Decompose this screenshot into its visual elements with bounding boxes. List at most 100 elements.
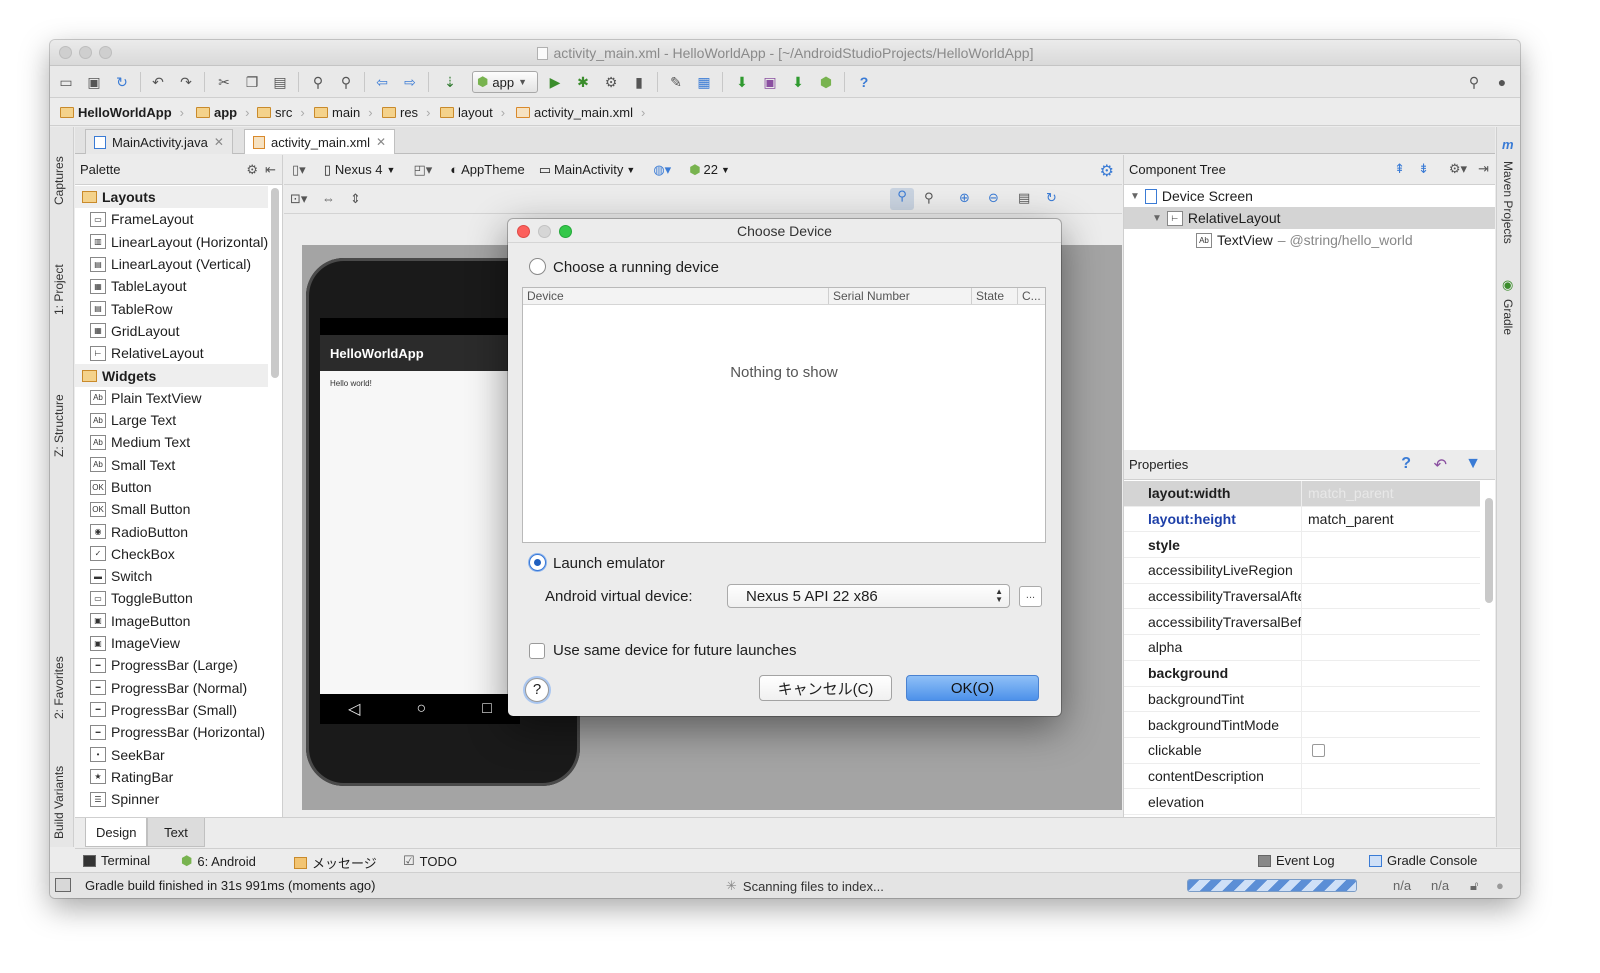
search-icon[interactable]: ⚲ — [1464, 72, 1484, 92]
palette-scrollbar[interactable] — [271, 188, 279, 378]
tab-design[interactable]: Design — [85, 818, 148, 847]
property-value[interactable]: match_parent — [1302, 481, 1480, 506]
column-device[interactable]: Device — [523, 288, 829, 304]
android-monitor-icon[interactable]: ⬢ — [816, 72, 836, 92]
palette-item-relativelayout[interactable]: ⊢ RelativeLayout — [75, 342, 268, 364]
palette-item-gridlayout[interactable]: ▦ GridLayout — [75, 320, 268, 342]
tool-tab-captures[interactable]: Captures — [52, 156, 66, 205]
palette-item-linearlayout-vertical[interactable]: ▤ LinearLayout (Vertical) — [75, 253, 268, 275]
open-folder-icon[interactable]: ▭ — [56, 72, 76, 92]
lock-icon[interactable]: 🔓︎ — [1470, 878, 1478, 894]
palette-item-tablelayout[interactable]: ▦ TableLayout — [75, 275, 268, 297]
palette-item-plain-textview[interactable]: Ab Plain TextView — [75, 387, 268, 409]
back-icon[interactable]: ⇦ — [372, 72, 392, 92]
debug-icon[interactable]: ✱ — [573, 72, 593, 92]
breadcrumb-item-file[interactable]: activity_main.xml › — [516, 103, 645, 122]
tab-text[interactable]: Text — [147, 818, 205, 847]
palette-item-seekbar[interactable]: • SeekBar — [75, 743, 268, 765]
device-select[interactable]: ▯ Nexus 4 ▼ — [324, 162, 396, 178]
palette-item-ratingbar[interactable]: ★ RatingBar — [75, 766, 268, 788]
expand-arrow-icon[interactable]: ▼ — [1152, 213, 1162, 224]
tool-tab-gradle[interactable]: Gradle — [1501, 299, 1515, 335]
dialog-help-button[interactable]: ? — [525, 678, 549, 702]
property-row-accessibilityliveregion[interactable]: accessibilityLiveRegion — [1124, 558, 1480, 584]
paste-icon[interactable]: ▤ — [270, 72, 290, 92]
hide-panel-icon[interactable]: ⇤ — [265, 162, 276, 178]
restore-default-icon[interactable]: ↶ — [1434, 455, 1447, 475]
locale-icon[interactable]: ◍▾ — [653, 162, 671, 178]
same-device-checkbox[interactable] — [529, 643, 545, 659]
cancel-button[interactable]: キャンセル(C) — [759, 675, 892, 701]
property-value[interactable] — [1302, 789, 1480, 814]
palette-item-imagebutton[interactable]: ▣ ImageButton — [75, 610, 268, 632]
property-row-layout-width[interactable]: layout:width match_parent — [1124, 481, 1480, 507]
orientation-icon[interactable]: ◰▾ — [413, 162, 432, 178]
breadcrumb-item-layout[interactable]: layout › — [440, 103, 505, 122]
ok-button[interactable]: OK(O) — [906, 675, 1039, 701]
theme-select[interactable]: ◐ AppTheme — [450, 162, 524, 177]
tool-window-terminal[interactable]: Terminal — [83, 853, 150, 868]
palette-item-radiobutton[interactable]: ◉ RadioButton — [75, 520, 268, 542]
tool-tab-build-variants[interactable]: Build Variants — [52, 766, 66, 839]
hector-icon[interactable]: ● — [1496, 878, 1504, 893]
run-configuration-select[interactable]: ⬢ app ▼ — [472, 71, 538, 93]
close-tab-icon[interactable]: ✕ — [214, 135, 224, 149]
make-project-icon[interactable]: ⇣ — [440, 72, 460, 92]
copy-icon[interactable]: ❐ — [242, 72, 262, 92]
breadcrumb-item-res[interactable]: res › — [382, 103, 430, 122]
palette-item-checkbox[interactable]: ✓ CheckBox — [75, 543, 268, 565]
property-value[interactable] — [1302, 712, 1480, 737]
expand-arrow-icon[interactable]: ▼ — [1130, 191, 1140, 202]
zoom-reset-icon[interactable]: ⚲ — [924, 190, 934, 206]
zoom-dialog-button[interactable] — [559, 225, 572, 238]
tool-window-gradle-console[interactable]: Gradle Console — [1369, 853, 1477, 868]
property-value[interactable] — [1302, 661, 1480, 686]
choose-running-device-radio[interactable] — [529, 258, 546, 275]
property-row-backgroundtint[interactable]: backgroundTint — [1124, 686, 1480, 713]
help-icon[interactable]: ? — [1401, 455, 1411, 473]
preview-textview[interactable]: Hello world! — [320, 371, 520, 396]
choose-running-device-label[interactable]: Choose a running device — [553, 259, 719, 276]
property-row-clickable[interactable]: clickable — [1124, 737, 1480, 764]
sync-gradle-icon[interactable]: ⬇ — [732, 72, 752, 92]
palette-item-togglebutton[interactable]: ▭ ToggleButton — [75, 587, 268, 609]
palette-item-progressbar-horizontal[interactable]: ━ ProgressBar (Horizontal) — [75, 721, 268, 743]
property-value[interactable] — [1302, 584, 1480, 609]
launch-emulator-label[interactable]: Launch emulator — [553, 555, 665, 572]
stop-icon[interactable]: ▮ — [629, 72, 649, 92]
api-level-select[interactable]: ⬢ 22 ▼ — [689, 162, 730, 178]
breadcrumb-item-app[interactable]: app › — [196, 103, 249, 122]
run-icon[interactable]: ▶ — [545, 72, 565, 92]
property-value[interactable] — [1302, 687, 1480, 712]
palette-item-medium-text[interactable]: Ab Medium Text — [75, 431, 268, 453]
user-icon[interactable]: ● — [1492, 72, 1512, 92]
tool-window-messages[interactable]: メッセージ — [294, 853, 377, 872]
preview-file-icon[interactable]: ▤ — [1018, 190, 1030, 206]
property-row-contentdescription[interactable]: contentDescription — [1124, 763, 1480, 790]
launch-emulator-radio[interactable] — [529, 554, 546, 571]
palette-item-progressbar-small[interactable]: ━ ProgressBar (Small) — [75, 699, 268, 721]
property-row-background[interactable]: background — [1124, 660, 1480, 687]
palette-item-switch[interactable]: ▬ Switch — [75, 565, 268, 587]
property-row-alpha[interactable]: alpha — [1124, 635, 1480, 661]
device-screen[interactable]: HelloWorldApp Hello world! — [320, 318, 520, 698]
property-row-layout-height[interactable]: layout:height match_parent — [1124, 506, 1480, 533]
filter-icon[interactable]: ▼ — [1465, 455, 1481, 473]
palette-item-small-button[interactable]: OK Small Button — [75, 498, 268, 520]
palette-item-linearlayout-horizontal[interactable]: ▥ LinearLayout (Horizontal) — [75, 231, 268, 253]
property-value[interactable] — [1302, 635, 1480, 660]
palette-item-framelayout[interactable]: ▭ FrameLayout — [75, 208, 268, 230]
redo-icon[interactable]: ↷ — [176, 72, 196, 92]
palette-item-spinner[interactable]: ☰ Spinner — [75, 788, 268, 810]
running-devices-table[interactable]: Device Serial Number State C... Nothing … — [522, 287, 1046, 543]
render-options-icon[interactable]: ▯▾ — [292, 162, 306, 178]
palette-item-small-text[interactable]: Ab Small Text — [75, 454, 268, 476]
palette-item-tablerow[interactable]: ▤ TableRow — [75, 297, 268, 319]
sync-icon[interactable]: ↻ — [112, 72, 132, 92]
palette-item-large-text[interactable]: Ab Large Text — [75, 409, 268, 431]
zoom-in-icon[interactable]: ⊕ — [959, 190, 970, 206]
tab-mainactivity-java[interactable]: MainActivity.java ✕ — [85, 129, 233, 154]
palette-group-widgets[interactable]: Widgets — [75, 364, 268, 387]
help-icon[interactable]: ? — [854, 72, 874, 92]
same-device-label[interactable]: Use same device for future launches — [553, 642, 796, 659]
